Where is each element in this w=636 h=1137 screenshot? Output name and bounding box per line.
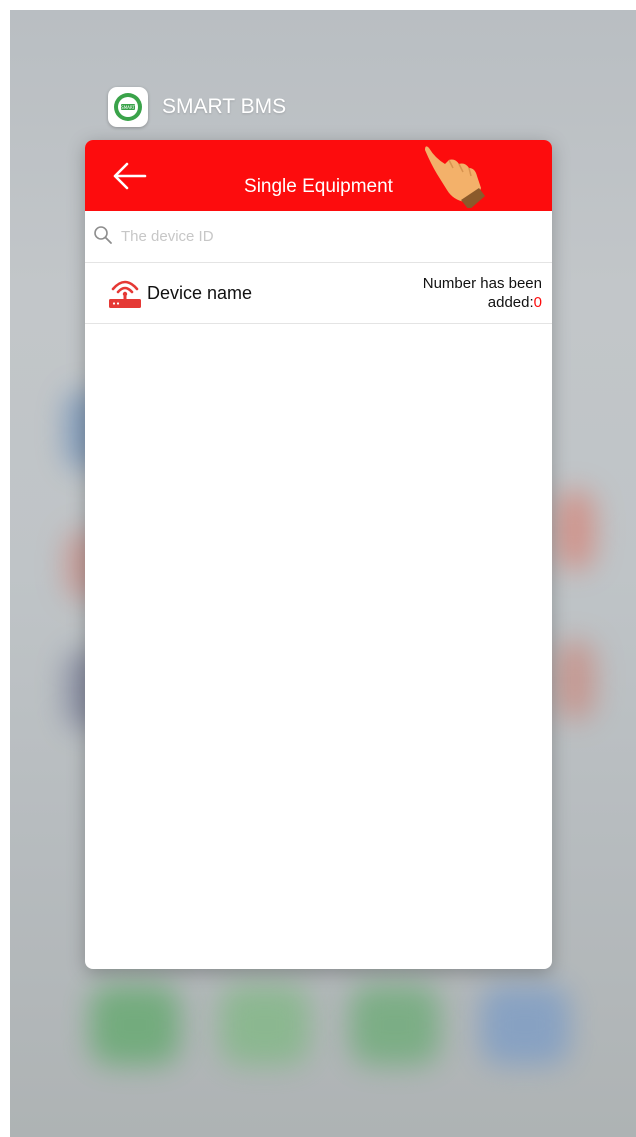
blurred-dock-app-3 [350, 985, 440, 1065]
blurred-app-right-1 [555, 490, 595, 570]
search-bar[interactable] [85, 211, 552, 263]
app-name: SMART BMS [162, 95, 287, 118]
blurred-dock-app-2 [220, 985, 310, 1065]
logo-text: SMART [121, 105, 135, 110]
added-count-label-line1: Number has been [422, 275, 542, 292]
navigation-bar: Single Equipment [85, 140, 552, 211]
added-count: Number has been added:0 [423, 274, 542, 312]
smart-bms-logo-icon[interactable]: SMART [108, 87, 148, 127]
app-switcher-header[interactable]: SMART SMART BMS [108, 85, 286, 129]
app-preview-card[interactable]: Single Equipment Device name Number has … [85, 140, 552, 969]
added-count-label-line2: added: [487, 294, 534, 311]
device-name-label: Device name [147, 283, 253, 303]
tap-hand-icon [425, 146, 485, 208]
device-id-search-input[interactable] [121, 223, 521, 249]
device-list-header-row[interactable]: Device name Number has been added:0 [85, 263, 552, 324]
router-icon [109, 280, 141, 308]
added-count-value: 0 [533, 294, 542, 311]
search-icon [94, 226, 112, 244]
blurred-dock-app-4 [480, 985, 570, 1065]
blurred-app-right-2 [555, 640, 595, 720]
blurred-dock-app-1 [90, 985, 180, 1065]
